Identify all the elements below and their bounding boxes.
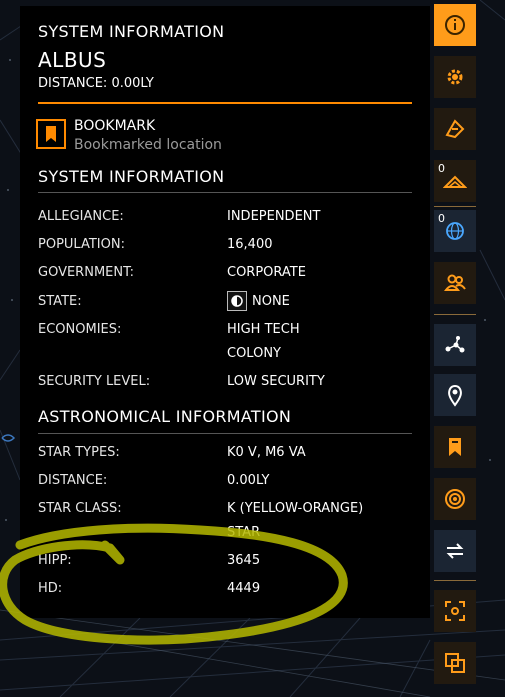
state-value: NONE	[252, 294, 290, 309]
hipp-label: HIPP:	[38, 553, 72, 568]
info-button[interactable]	[434, 4, 476, 46]
location-button[interactable]	[434, 374, 476, 416]
system-name: ALBUS	[38, 48, 107, 72]
settings-button[interactable]	[434, 56, 476, 98]
expand-icon	[445, 601, 465, 621]
graph-icon	[445, 336, 465, 353]
star-class-value: STAR	[227, 525, 261, 540]
security-level-value: LOW SECURITY	[227, 374, 325, 389]
panel-section-title: SYSTEM INFORMATION	[38, 22, 225, 41]
bookmark-button[interactable]	[434, 426, 476, 468]
map-toolbar: 0 0	[432, 0, 478, 697]
section-divider	[38, 433, 412, 434]
hd-label: HD:	[38, 581, 63, 596]
system-distance: DISTANCE: 0.00LY	[38, 76, 154, 91]
hd-value: 4449	[227, 581, 261, 596]
copy-button[interactable]	[434, 642, 476, 684]
economy-value: HIGH TECH	[227, 322, 300, 337]
bookmark-subtitle: Bookmarked location	[74, 137, 222, 153]
bookmark-title: BOOKMARK	[74, 118, 156, 134]
hipp-value: 3645	[227, 553, 261, 568]
location-pin-icon	[448, 385, 462, 407]
government-label: GOVERNMENT:	[38, 265, 134, 280]
population-value: 16,400	[227, 237, 273, 252]
toolbar-divider	[434, 580, 476, 581]
header-divider	[38, 102, 412, 104]
population-label: POPULATION:	[38, 237, 125, 252]
expand-button[interactable]	[434, 590, 476, 632]
astro-distance-label: DISTANCE:	[38, 473, 108, 488]
section-divider	[38, 192, 412, 193]
star-types-value: K0 V, M6 VA	[227, 445, 306, 460]
star-class-label: STAR CLASS:	[38, 501, 122, 516]
people-icon	[443, 274, 466, 291]
target-button[interactable]	[434, 478, 476, 520]
bookmark-icon	[449, 438, 461, 456]
star-class-value: K (YELLOW-ORANGE)	[227, 501, 364, 516]
star-types-label: STAR TYPES:	[38, 445, 120, 460]
system-info-panel: SYSTEM INFORMATION ALBUS DISTANCE: 0.00L…	[20, 6, 430, 618]
ship-icon	[443, 175, 467, 188]
toolbar-divider	[434, 206, 476, 207]
economy-value: COLONY	[227, 346, 281, 361]
astro-distance-value: 0.00LY	[227, 473, 270, 488]
system-info-heading: SYSTEM INFORMATION	[38, 167, 225, 186]
state-icon	[227, 291, 247, 311]
copy-icon	[445, 653, 465, 673]
gear-icon	[447, 69, 463, 85]
graph-button[interactable]	[434, 324, 476, 366]
economies-label: ECONOMIES:	[38, 322, 122, 337]
astro-info-heading: ASTRONOMICAL INFORMATION	[38, 407, 292, 426]
government-value: CORPORATE	[227, 265, 306, 280]
swap-arrows-icon	[446, 543, 464, 559]
target-icon	[445, 489, 465, 509]
allegiance-value: INDEPENDENT	[227, 209, 321, 224]
people-button[interactable]	[434, 262, 476, 304]
info-icon	[445, 15, 465, 35]
bookmark-icon[interactable]	[36, 119, 66, 149]
ship-filter-button[interactable]: 0	[434, 160, 476, 202]
swap-button[interactable]	[434, 530, 476, 572]
state-label: STATE:	[38, 294, 82, 309]
route-button[interactable]	[434, 108, 476, 150]
allegiance-label: ALLEGIANCE:	[38, 209, 124, 224]
globe-filter-button[interactable]: 0	[434, 210, 476, 252]
route-icon	[445, 119, 465, 139]
security-level-label: SECURITY LEVEL:	[38, 374, 151, 389]
globe-icon	[446, 222, 464, 240]
toolbar-divider	[434, 314, 476, 315]
